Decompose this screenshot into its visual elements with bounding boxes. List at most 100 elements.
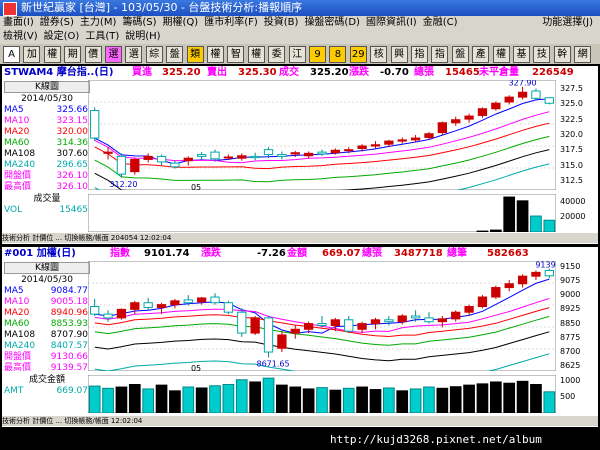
candle-body[interactable]	[544, 269, 554, 277]
candle-body[interactable]	[103, 151, 113, 154]
candle-body[interactable]	[116, 308, 127, 319]
candle-body[interactable]	[317, 151, 327, 155]
menu-item-function-select[interactable]: 功能選擇(J)	[542, 16, 593, 30]
candle-body[interactable]	[330, 319, 341, 326]
toolbar-button-6[interactable]: 選	[125, 46, 143, 63]
candle-body[interactable]	[477, 108, 488, 116]
menu-item-8[interactable]: 國際資訊(I)	[366, 17, 417, 28]
toolbar-button-11[interactable]: 智	[227, 46, 245, 63]
candle-body[interactable]	[451, 311, 461, 320]
kline-button[interactable]: K線圖	[4, 81, 90, 93]
candle-body[interactable]	[277, 334, 287, 349]
candle-body[interactable]	[197, 154, 207, 157]
candle-body[interactable]	[263, 149, 274, 156]
candle-body[interactable]	[531, 271, 541, 277]
toolbar-button-23[interactable]: 產	[472, 46, 490, 63]
toolbar-button-0[interactable]: A	[3, 46, 20, 63]
index-candlestick-chart[interactable]: 9139.57 8671.65 05	[88, 261, 556, 371]
candle-body[interactable]	[544, 97, 554, 104]
candle-body[interactable]	[384, 140, 394, 145]
menu-item-7[interactable]: 操盤密碼(D)	[304, 17, 360, 28]
candle-body[interactable]	[424, 317, 434, 323]
candle-body[interactable]	[210, 296, 220, 304]
candle-body[interactable]	[344, 319, 354, 332]
toolbar-button-10[interactable]: 權	[207, 46, 224, 63]
candle-body[interactable]	[183, 299, 193, 304]
candle-body[interactable]	[90, 110, 100, 139]
candle-body[interactable]	[223, 156, 234, 159]
toolbar-button-22[interactable]: 盤	[451, 46, 469, 63]
menu2-item-3[interactable]: 說明(H)	[125, 31, 160, 42]
candle-body[interactable]	[156, 155, 167, 163]
candle-body[interactable]	[130, 158, 140, 173]
menu2-item-0[interactable]: 檢視(V)	[3, 31, 38, 42]
menu-item-1[interactable]: 證券(S)	[40, 17, 74, 28]
candle-body[interactable]	[384, 319, 394, 323]
toolbar-button-15[interactable]: 9	[309, 46, 326, 63]
toolbar-button-5[interactable]: 選	[105, 46, 122, 63]
candle-body[interactable]	[410, 315, 421, 319]
futures-symbol[interactable]: STWAM4 摩台指..(日)	[4, 66, 113, 80]
candle-body[interactable]	[517, 275, 528, 285]
toolbar-button-19[interactable]: 興	[390, 46, 408, 63]
candle-body[interactable]	[250, 317, 260, 334]
candle-body[interactable]	[183, 157, 193, 162]
candle-body[interactable]	[491, 287, 501, 298]
candle-body[interactable]	[197, 297, 207, 303]
toolbar-button-7[interactable]: 綜	[145, 46, 163, 63]
menu-item-9[interactable]: 金融(C)	[423, 17, 458, 28]
candle-body[interactable]	[290, 328, 300, 334]
toolbar-button-8[interactable]: 盤	[166, 46, 184, 63]
candle-body[interactable]	[491, 102, 501, 110]
candle-body[interactable]	[277, 154, 287, 157]
toolbar-button-12[interactable]: 權	[247, 46, 265, 63]
candle-body[interactable]	[424, 133, 434, 138]
menu-item-5[interactable]: 匯市利率(F)	[204, 17, 258, 28]
candle-body[interactable]	[116, 155, 127, 175]
index-kline-button[interactable]: K線圖	[4, 262, 90, 274]
candle-body[interactable]	[344, 149, 354, 152]
candle-body[interactable]	[170, 162, 180, 168]
toolbar-button-16[interactable]: 8	[329, 46, 347, 63]
candle-body[interactable]	[303, 323, 314, 330]
candle-body[interactable]	[504, 96, 514, 103]
candle-body[interactable]	[370, 319, 381, 325]
toolbar-button-14[interactable]: 江	[288, 46, 306, 63]
candle-body[interactable]	[451, 119, 461, 124]
toolbar-button-24[interactable]: 權	[492, 46, 510, 63]
index-symbol[interactable]: #001 加權(日)	[4, 247, 76, 261]
candle-body[interactable]	[477, 296, 488, 308]
toolbar-button-18[interactable]: 核	[370, 46, 388, 63]
candle-body[interactable]	[143, 302, 153, 308]
candle-body[interactable]	[210, 151, 220, 160]
menu2-item-2[interactable]: 工具(T)	[85, 31, 119, 42]
candle-body[interactable]	[410, 137, 421, 141]
candle-body[interactable]	[370, 144, 381, 147]
candle-body[interactable]	[397, 315, 407, 323]
toolbar-button-21[interactable]: 指	[431, 46, 449, 63]
candle-body[interactable]	[464, 115, 474, 120]
toolbar-button-26[interactable]: 技	[533, 46, 551, 63]
menu-item-6[interactable]: 投資(B)	[264, 17, 299, 28]
candle-body[interactable]	[237, 311, 247, 334]
menu-item-0[interactable]: 畫面(I)	[3, 17, 34, 28]
candle-body[interactable]	[317, 323, 327, 326]
candle-body[interactable]	[504, 283, 514, 289]
toolbar-button-1[interactable]: 加	[23, 46, 41, 63]
candle-body[interactable]	[303, 152, 314, 157]
candle-body[interactable]	[464, 306, 474, 313]
menu2-item-1[interactable]: 設定(O)	[44, 31, 80, 42]
toolbar-button-4[interactable]: 價	[84, 46, 102, 63]
candle-body[interactable]	[170, 300, 180, 306]
candle-body[interactable]	[330, 149, 341, 154]
candle-body[interactable]	[90, 306, 100, 315]
menu-item-2[interactable]: 主力(M)	[80, 17, 116, 28]
candle-body[interactable]	[290, 152, 300, 155]
candle-body[interactable]	[250, 155, 260, 159]
futures-candlestick-chart[interactable]: 327.90 312.20 05	[88, 80, 556, 190]
toolbar-button-27[interactable]: 幹	[553, 46, 571, 63]
candle-body[interactable]	[357, 145, 367, 149]
candle-body[interactable]	[437, 122, 447, 134]
candle-body[interactable]	[156, 304, 167, 308]
candle-body[interactable]	[517, 91, 528, 98]
